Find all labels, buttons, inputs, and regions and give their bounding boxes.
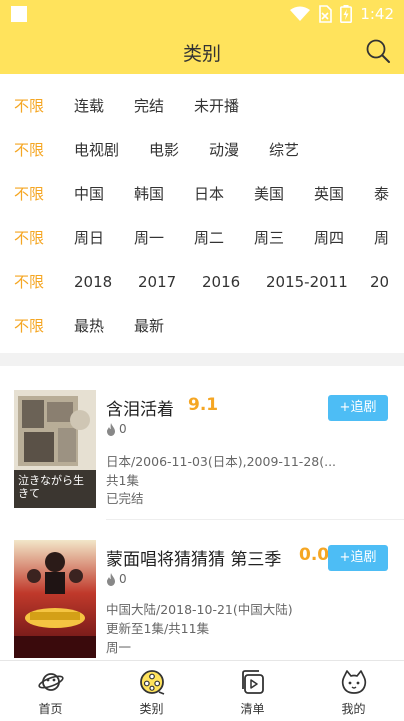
filter-region-usa[interactable]: 美国	[254, 172, 284, 216]
poster-image[interactable]: 泣きながら生きて	[14, 390, 96, 508]
filter-status-all[interactable]: 不限	[14, 84, 44, 128]
app-header: 类别	[0, 28, 404, 74]
filter-status-serial[interactable]: 连载	[74, 84, 104, 128]
bottom-tab-bar: 首页 类别 清单 我的	[0, 660, 404, 721]
filter-type-variety[interactable]: 综艺	[269, 128, 299, 172]
filter-row-year: 不限 2018 2017 2016 2015-2011 20	[0, 260, 404, 304]
item-info: 中国大陆/2018-10-21(中国大陆)	[106, 602, 293, 617]
tab-list-label: 清单	[240, 702, 265, 716]
filter-weekday-thu[interactable]: 周四	[314, 216, 344, 260]
list-item[interactable]: 泣きながら生きて 含泪活着 9.1 +追剧 0 日本/2006-11-03(日本…	[0, 380, 404, 520]
no-sim-icon	[319, 5, 333, 23]
section-divider	[0, 353, 404, 366]
hot-count: 0	[119, 572, 127, 586]
filter-year-2016[interactable]: 2016	[202, 260, 240, 304]
filter-year-2015-2011[interactable]: 2015-2011	[266, 260, 348, 304]
filter-year-2017[interactable]: 2017	[138, 260, 176, 304]
item-episodes: 更新至1集/共11集	[106, 621, 210, 636]
filter-type-all[interactable]: 不限	[14, 128, 44, 172]
page-title: 类别	[182, 43, 221, 65]
filter-year-more[interactable]: 20	[370, 260, 389, 304]
item-info: 日本/2006-11-03(日本),2009-11-28(...	[106, 454, 337, 469]
item-title[interactable]: 含泪活着	[106, 395, 174, 420]
tab-category-label: 类别	[139, 702, 164, 716]
filter-weekday-all[interactable]: 不限	[14, 216, 44, 260]
filter-region-uk[interactable]: 英国	[314, 172, 344, 216]
filter-region-all[interactable]: 不限	[14, 172, 44, 216]
filter-type-tv[interactable]: 电视剧	[74, 128, 119, 172]
item-title[interactable]: 蒙面唱将猜猜猜 第三季	[106, 545, 281, 570]
filter-row-status: 不限 连载 完结 未开播	[0, 84, 404, 128]
filter-row-weekday: 不限 周日 周一 周二 周三 周四 周	[0, 216, 404, 260]
filter-weekday-mon[interactable]: 周一	[134, 216, 164, 260]
filter-weekday-wed[interactable]: 周三	[254, 216, 284, 260]
filter-sort-new[interactable]: 最新	[134, 304, 164, 348]
tab-category[interactable]: 类别	[101, 661, 202, 721]
flame-icon	[107, 572, 115, 586]
filter-region-china[interactable]: 中国	[74, 172, 104, 216]
filter-row-region: 不限 中国 韩国 日本 美国 英国 泰	[0, 172, 404, 216]
filter-row-sort: 不限 最热 最新	[0, 304, 404, 348]
poster-caption: 泣きながら生きて	[18, 474, 84, 500]
film-reel-icon	[140, 670, 165, 695]
filter-weekday-tue[interactable]: 周二	[194, 216, 224, 260]
follow-button[interactable]: +追剧	[328, 395, 388, 421]
tab-home-label: 首页	[38, 702, 63, 716]
filter-status-finished[interactable]: 完结	[134, 84, 164, 128]
cat-icon	[341, 670, 367, 694]
item-episodes: 共1集	[106, 473, 139, 488]
tab-profile-label: 我的	[341, 702, 366, 716]
status-bar: 1:42	[0, 0, 404, 28]
list-item[interactable]: 蒙面唱将猜猜猜 第三季 0.0 +追剧 0 中国大陆/2018-10-21(中国…	[0, 520, 404, 660]
battery-icon	[340, 5, 353, 23]
poster-image[interactable]	[14, 540, 96, 658]
item-status: 已完结	[106, 491, 144, 506]
filter-type-anime[interactable]: 动漫	[209, 128, 239, 172]
tab-list[interactable]: 清单	[202, 661, 303, 721]
filter-region-thailand[interactable]: 泰	[374, 172, 389, 216]
tab-home[interactable]: 首页	[0, 661, 101, 721]
search-icon[interactable]	[365, 38, 391, 64]
status-time: 1:42	[360, 5, 394, 23]
notification-icon	[11, 6, 27, 22]
hot-count: 0	[119, 422, 127, 436]
filter-status-upcoming[interactable]: 未开播	[194, 84, 239, 128]
filter-weekday-more[interactable]: 周	[374, 216, 389, 260]
item-score: 0.0	[299, 545, 330, 565]
filter-weekday-sun[interactable]: 周日	[74, 216, 104, 260]
filter-type-movie[interactable]: 电影	[149, 128, 179, 172]
wifi-icon	[290, 6, 311, 21]
filter-year-2018[interactable]: 2018	[74, 260, 112, 304]
item-hot: 0	[106, 572, 127, 586]
filter-row-type: 不限 电视剧 电影 动漫 综艺	[0, 128, 404, 172]
filter-sort-all[interactable]: 不限	[14, 304, 44, 348]
follow-button[interactable]: +追剧	[328, 545, 388, 571]
poster-art	[14, 540, 96, 658]
item-score: 9.1	[188, 395, 219, 415]
item-status: 周一	[106, 640, 132, 655]
item-hot: 0	[106, 422, 127, 436]
planet-icon	[38, 673, 64, 691]
filter-region-korea[interactable]: 韩国	[134, 172, 164, 216]
playlist-icon	[242, 670, 264, 694]
filter-sort-hot[interactable]: 最热	[74, 304, 104, 348]
filter-region-japan[interactable]: 日本	[194, 172, 224, 216]
flame-icon	[107, 422, 115, 436]
tab-profile[interactable]: 我的	[303, 661, 404, 721]
filter-year-all[interactable]: 不限	[14, 260, 44, 304]
